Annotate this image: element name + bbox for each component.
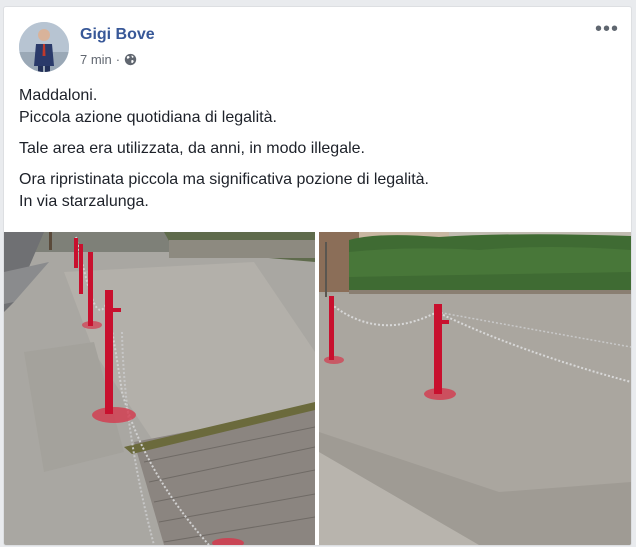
post-meta: 7 min · [80,52,137,67]
post-line: Piccola azione quotidiana di legalità. [19,109,277,126]
globe-icon[interactable] [124,53,137,66]
photo-left[interactable] [4,232,315,545]
post-text: Maddaloni. Piccola azione quotidiana di … [19,85,619,222]
author-name[interactable]: Gigi Bove [80,26,155,44]
post-line: Tale area era utilizzata, da anni, in mo… [19,140,365,157]
post-paragraph-3: Ora ripristinata piccola ma significativ… [19,169,619,213]
post-line: Ora ripristinata piccola ma significativ… [19,171,429,188]
feed-post: Gigi Bove 7 min · ••• Maddaloni. Piccola… [3,6,632,546]
avatar-photo [19,22,69,72]
post-line: Maddaloni. [19,87,98,104]
post-paragraph-1: Maddaloni. Piccola azione quotidiana di … [19,85,619,129]
post-time[interactable]: 7 min [80,52,112,67]
more-options-icon[interactable]: ••• [595,19,619,39]
avatar[interactable] [19,22,69,72]
post-line: In via starzalunga. [19,193,149,210]
post-paragraph-2: Tale area era utilizzata, da anni, in mo… [19,138,619,160]
photo-grid [4,232,631,545]
photo-right[interactable] [319,232,631,545]
meta-separator: · [115,52,121,67]
